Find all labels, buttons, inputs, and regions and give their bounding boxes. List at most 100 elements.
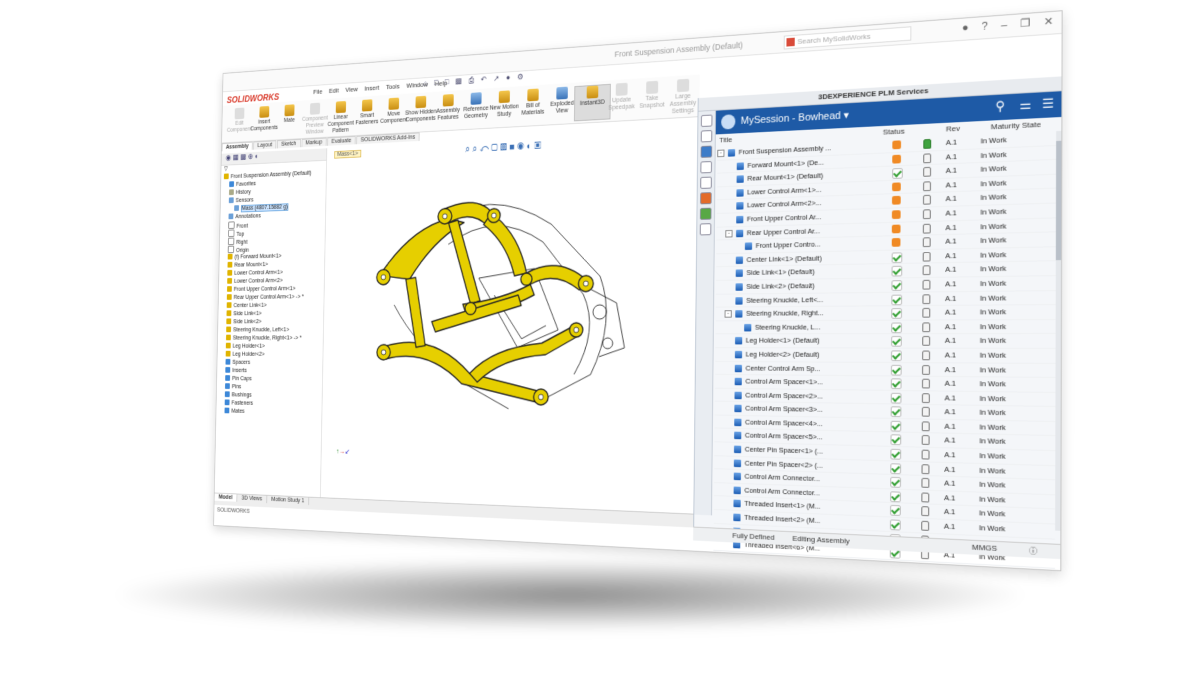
menu-item-edit[interactable]: Edit [329, 87, 339, 95]
appearances-tab-icon[interactable] [700, 192, 712, 205]
header-maturity[interactable]: Maturity State [991, 120, 1041, 131]
lock-icon[interactable] [921, 520, 930, 531]
key-icon[interactable] [923, 138, 932, 149]
open-icon[interactable]: □ [445, 77, 449, 86]
lock-icon[interactable] [922, 237, 931, 248]
bottom-tab-motion-study-1[interactable]: Motion Study 1 [266, 495, 310, 506]
plm-scrollbar[interactable] [1055, 130, 1062, 531]
menu-item-file[interactable]: File [313, 88, 322, 96]
display-style-icon[interactable]: ■ [509, 142, 514, 153]
lock-icon[interactable] [923, 195, 931, 206]
lock-icon[interactable] [922, 223, 931, 234]
home-icon[interactable]: ⌂ [423, 79, 427, 88]
display-icon[interactable]: ◐ [255, 152, 259, 160]
plm-tab-icon[interactable] [700, 145, 713, 158]
new-icon[interactable]: □ [434, 78, 438, 87]
lock-icon[interactable] [921, 421, 930, 432]
restore-button[interactable]: ❐ [1020, 17, 1030, 29]
select-icon[interactable]: ↗ [493, 74, 499, 83]
lock-icon[interactable] [921, 407, 930, 417]
lock-icon[interactable] [923, 181, 931, 192]
suspension-assembly-model[interactable] [362, 168, 635, 429]
save-icon[interactable]: ▩ [455, 76, 462, 85]
bottom-tab-model[interactable]: Model [214, 493, 238, 502]
lock-icon[interactable] [922, 209, 931, 220]
lock-icon[interactable] [921, 392, 930, 403]
search-input[interactable]: Search MySolidWorks [783, 26, 912, 50]
session-selector[interactable]: MySession - Bowhead ▾ [741, 109, 849, 127]
zoom-area-icon[interactable]: ⌕ [472, 144, 477, 155]
scroll-thumb[interactable] [1055, 140, 1062, 261]
lock-icon[interactable] [923, 152, 932, 163]
lock-icon[interactable] [923, 167, 932, 177]
header-title[interactable]: Title [719, 135, 732, 144]
lock-icon[interactable] [921, 378, 930, 389]
previous-view-icon[interactable]: ↶ [480, 143, 489, 154]
undo-icon[interactable]: ↶ [481, 75, 487, 84]
header-rev[interactable]: Rev [946, 124, 960, 133]
tree-item[interactable]: Mates [216, 407, 321, 417]
custom-properties-tab-icon[interactable] [699, 223, 712, 236]
graphics-viewport[interactable]: Mass<1> ⌕ ⌕ ↶ ▢ ▩ ■ ◉ ◐ ▣ ↑→↙ [320, 129, 698, 514]
collapse-toggle-icon[interactable]: - [724, 310, 732, 318]
status-help-icon[interactable]: ⓘ [1029, 545, 1037, 556]
dimxpert-icon[interactable]: ⊕ [248, 152, 253, 160]
lock-icon[interactable] [921, 463, 930, 474]
large-assembly-settings-button[interactable]: Large Assembly Settings [665, 78, 702, 116]
status-units[interactable]: MMGS [972, 543, 997, 553]
tab-evaluate[interactable]: Evaluate [327, 135, 356, 146]
view-orientation-icon[interactable]: ▩ [500, 142, 507, 153]
property-icon[interactable]: ▦ [233, 153, 239, 161]
library-tab-icon[interactable] [700, 161, 712, 174]
lock-icon[interactable] [920, 563, 929, 572]
tab-markup[interactable]: Markup [301, 137, 327, 148]
tree-item[interactable]: Steering Knuckle, Left<1> [218, 326, 323, 334]
lock-icon[interactable] [922, 251, 931, 262]
lock-icon[interactable] [921, 435, 930, 446]
lock-icon[interactable] [921, 449, 930, 460]
lock-icon[interactable] [921, 478, 930, 489]
palette-tab-icon[interactable] [699, 207, 712, 220]
lock-icon[interactable] [922, 350, 931, 361]
home-tab-icon[interactable] [700, 114, 713, 128]
zoom-fit-icon[interactable]: ⌕ [465, 144, 470, 155]
options-icon[interactable]: ⚙ [517, 72, 524, 81]
lock-icon[interactable] [922, 336, 931, 347]
lock-icon[interactable] [921, 492, 930, 503]
config-icon[interactable]: ▩ [240, 152, 246, 160]
header-status[interactable]: Status [883, 127, 905, 137]
tab-assembly[interactable]: Assembly [221, 141, 253, 152]
rebuild-icon[interactable]: ● [506, 73, 510, 82]
help-icon[interactable]: ? [982, 21, 988, 33]
search-icon[interactable]: ⚲ [995, 98, 1005, 114]
feature-tree-icon[interactable]: ◉ [226, 153, 232, 161]
appearance-icon[interactable]: ◐ [526, 141, 531, 152]
resources-tab-icon[interactable] [700, 130, 713, 143]
plm-row[interactable]: - Steering Knuckle, Right... A.1 In Work [715, 305, 1056, 322]
collapse-toggle-icon[interactable]: - [717, 149, 725, 158]
menu-icon[interactable]: ☰ [1042, 96, 1054, 112]
menu-item-insert[interactable]: Insert [364, 84, 379, 92]
section-view-icon[interactable]: ▢ [491, 143, 498, 154]
tab-sketch[interactable]: Sketch [276, 139, 301, 149]
lock-icon[interactable] [922, 293, 931, 304]
minimize-button[interactable]: – [1001, 19, 1007, 31]
tab-layout[interactable]: Layout [253, 140, 277, 150]
print-icon[interactable]: ⎙ [468, 76, 474, 85]
plm-row[interactable]: Leg Holder<1> (Default) A.1 In Work [715, 334, 1056, 349]
lock-icon[interactable] [922, 265, 931, 276]
bottom-tab-3d-views[interactable]: 3D Views [237, 494, 268, 504]
lock-icon[interactable] [922, 322, 931, 332]
close-button[interactable]: ✕ [1044, 16, 1054, 28]
lock-icon[interactable] [922, 279, 931, 290]
user-icon[interactable]: ● [962, 22, 969, 34]
lock-icon[interactable] [922, 364, 930, 375]
tree-item[interactable]: Side Link<2> [218, 318, 323, 327]
tag-icon[interactable]: ⚌ [1020, 97, 1032, 113]
plm-row[interactable]: Steering Knuckle, L... A.1 In Work [715, 319, 1056, 335]
lock-icon[interactable] [922, 308, 931, 318]
collapse-toggle-icon[interactable]: - [725, 229, 733, 238]
explorer-tab-icon[interactable] [700, 176, 712, 189]
breadcrumb[interactable]: Mass<1> [334, 149, 362, 159]
lock-icon[interactable] [921, 506, 930, 517]
